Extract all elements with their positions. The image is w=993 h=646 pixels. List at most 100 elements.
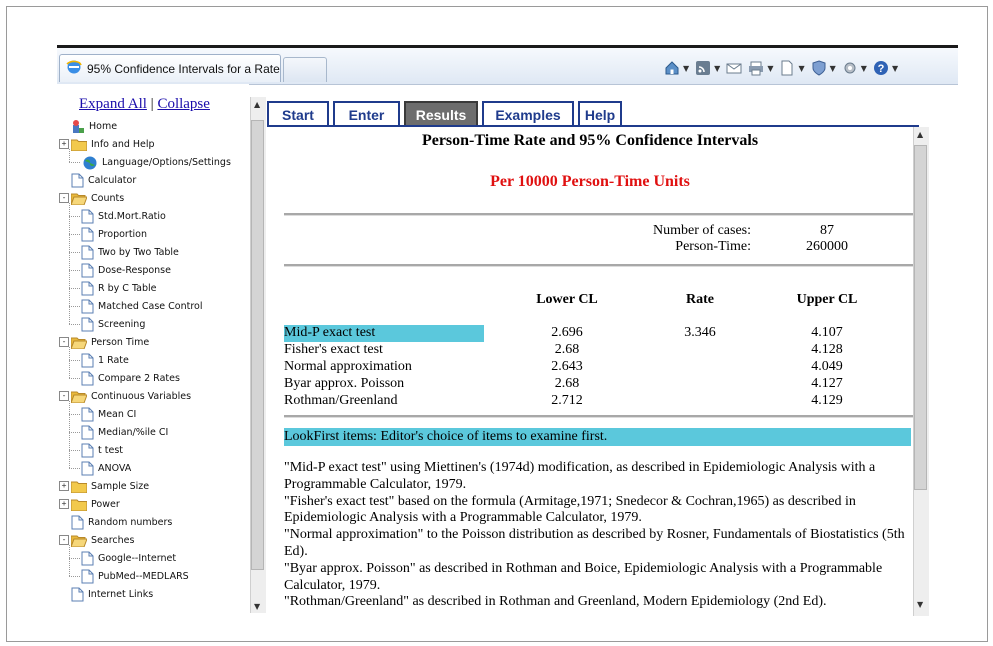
folder-open-icon <box>71 192 87 205</box>
method-name: Byar approx. Poisson <box>284 376 405 391</box>
tab-examples[interactable]: Examples <box>482 101 574 127</box>
content-scroll-up-icon[interactable]: ▲ <box>917 130 923 139</box>
column-header-lower-cl: Lower CL <box>536 292 598 307</box>
tree-connector <box>69 324 80 325</box>
collapse-icon[interactable]: - <box>59 193 69 203</box>
tree-item-label: Power <box>91 498 120 510</box>
tree-item-label: Google--Internet <box>98 552 177 564</box>
content-scroll-thumb[interactable] <box>914 145 927 490</box>
collapse-icon[interactable]: - <box>59 337 69 347</box>
tree-connector <box>69 545 70 576</box>
tree-item-compare-2-rates[interactable]: Compare 2 Rates <box>81 369 180 387</box>
tree-connector <box>69 306 80 307</box>
units-heading: Per 10000 Person-Time Units <box>490 173 690 190</box>
rate-value: 3.346 <box>684 325 716 340</box>
read-mail-icon[interactable] <box>726 60 742 76</box>
collapse-link[interactable]: Collapse <box>157 96 210 112</box>
tree-item-label: Info and Help <box>91 138 155 150</box>
lower-cl-value: 2.696 <box>551 325 583 340</box>
tree-item-pubmed-medlars[interactable]: PubMed--MEDLARS <box>81 567 189 585</box>
sidebar-scroll-up-icon[interactable]: ▲ <box>254 100 260 109</box>
browser-toolbar: ▼ ▼ ▼ ▼ ▼ ▼ ? ▼ <box>664 57 904 79</box>
tree-connector <box>69 401 70 468</box>
safety-icon[interactable]: ▼ <box>811 60 836 76</box>
tree-item-language-options-settings[interactable]: Language/Options/Settings <box>81 153 231 171</box>
folder-icon <box>71 498 87 511</box>
tree-item-label: Matched Case Control <box>98 300 203 312</box>
tree-connector <box>69 216 80 217</box>
tab-enter[interactable]: Enter <box>333 101 400 127</box>
page-icon <box>81 317 94 332</box>
folder-icon <box>71 138 87 151</box>
print-icon[interactable]: ▼ <box>748 60 773 76</box>
tree-item-std-mort-ratio[interactable]: Std.Mort.Ratio <box>81 207 166 225</box>
collapse-icon[interactable]: - <box>59 535 69 545</box>
tree-item-label: Calculator <box>88 174 137 186</box>
upper-cl-value: 4.107 <box>811 325 843 340</box>
tree-item-label: PubMed--MEDLARS <box>98 570 189 582</box>
tree-item-label: 1 Rate <box>98 354 129 366</box>
page-icon <box>81 353 94 368</box>
tools-icon[interactable]: ▼ <box>842 60 867 76</box>
tree-item-home[interactable]: Home <box>59 117 117 135</box>
new-tab-button[interactable] <box>283 57 327 82</box>
tree-connector <box>69 149 70 162</box>
tree-item-proportion[interactable]: Proportion <box>81 225 147 243</box>
sidebar-scroll-down-icon[interactable]: ▼ <box>254 602 260 611</box>
help-icon[interactable]: ? ▼ <box>873 60 898 76</box>
tree-item-power[interactable]: + Power <box>59 495 120 513</box>
page-icon[interactable]: ▼ <box>779 60 805 76</box>
home-icon <box>71 119 85 134</box>
tab-start[interactable]: Start <box>267 101 329 127</box>
page-icon <box>81 227 94 242</box>
tree-item-info-and-help[interactable]: + Info and Help <box>59 135 155 153</box>
method-notes: "Mid-P exact test" using Miettinen's (19… <box>284 460 912 611</box>
page-icon <box>71 587 84 602</box>
sidebar-scroll-thumb[interactable] <box>251 120 264 570</box>
expand-icon[interactable]: + <box>59 139 69 149</box>
feeds-icon[interactable]: ▼ <box>695 60 720 76</box>
home-icon[interactable]: ▼ <box>664 60 689 76</box>
tree-connector <box>69 414 80 415</box>
tree-item-calculator[interactable]: Calculator <box>59 171 136 189</box>
tree-item-1-rate[interactable]: 1 Rate <box>81 351 129 369</box>
tree-item-dose-response[interactable]: Dose-Response <box>81 261 171 279</box>
expand-icon[interactable]: + <box>59 481 69 491</box>
tree-connector <box>69 558 80 559</box>
collapse-icon[interactable]: - <box>59 391 69 401</box>
navigation-sidebar: Expand All | Collapse Home + Info and Help… <box>57 84 249 620</box>
cases-value: 87 <box>820 223 834 238</box>
tree-item-random-numbers[interactable]: Random numbers <box>59 513 172 531</box>
browser-tab-title: 95% Confidence Intervals for a Rate <box>87 61 280 76</box>
ie-logo-icon <box>66 59 82 79</box>
tree-item-median-ile-ci[interactable]: Median/%ile CI <box>81 423 168 441</box>
tree-item-label: ANOVA <box>98 462 132 474</box>
tree-item-internet-links[interactable]: Internet Links <box>59 585 153 603</box>
browser-tab[interactable]: 95% Confidence Intervals for a Rate <box>59 54 281 82</box>
tab-help[interactable]: Help <box>578 101 622 127</box>
tree-controls: Expand All | Collapse <box>79 96 210 113</box>
tab-results[interactable]: Results <box>404 101 478 127</box>
tree-item-label: Person Time <box>91 336 150 348</box>
tree-item-searches[interactable]: - Searches <box>59 531 134 549</box>
tree-item-r-by-c-table[interactable]: R by C Table <box>81 279 157 297</box>
content-scroll-down-icon[interactable]: ▼ <box>917 600 923 609</box>
tree-item-google-internet[interactable]: Google--Internet <box>81 549 176 567</box>
expand-icon[interactable]: + <box>59 499 69 509</box>
page-icon <box>81 209 94 224</box>
tree-item-screening[interactable]: Screening <box>81 315 145 333</box>
tree-item-two-by-two-table[interactable]: Two by Two Table <box>81 243 179 261</box>
tree-item-t-test[interactable]: t test <box>81 441 123 459</box>
tree-item-person-time[interactable]: - Person Time <box>59 333 149 351</box>
upper-cl-value: 4.128 <box>811 342 843 357</box>
tree-item-continuous-variables[interactable]: - Continuous Variables <box>59 387 191 405</box>
tree-item-sample-size[interactable]: + Sample Size <box>59 477 149 495</box>
tree-item-anova[interactable]: ANOVA <box>81 459 131 477</box>
folder-icon <box>71 480 87 493</box>
expand-all-link[interactable]: Expand All <box>79 96 147 112</box>
tree-item-label: Compare 2 Rates <box>98 372 180 384</box>
tree-item-mean-ci[interactable]: Mean CI <box>81 405 136 423</box>
tree-item-matched-case-control[interactable]: Matched Case Control <box>81 297 203 315</box>
lower-cl-value: 2.643 <box>551 359 583 374</box>
tree-connector <box>69 288 80 289</box>
